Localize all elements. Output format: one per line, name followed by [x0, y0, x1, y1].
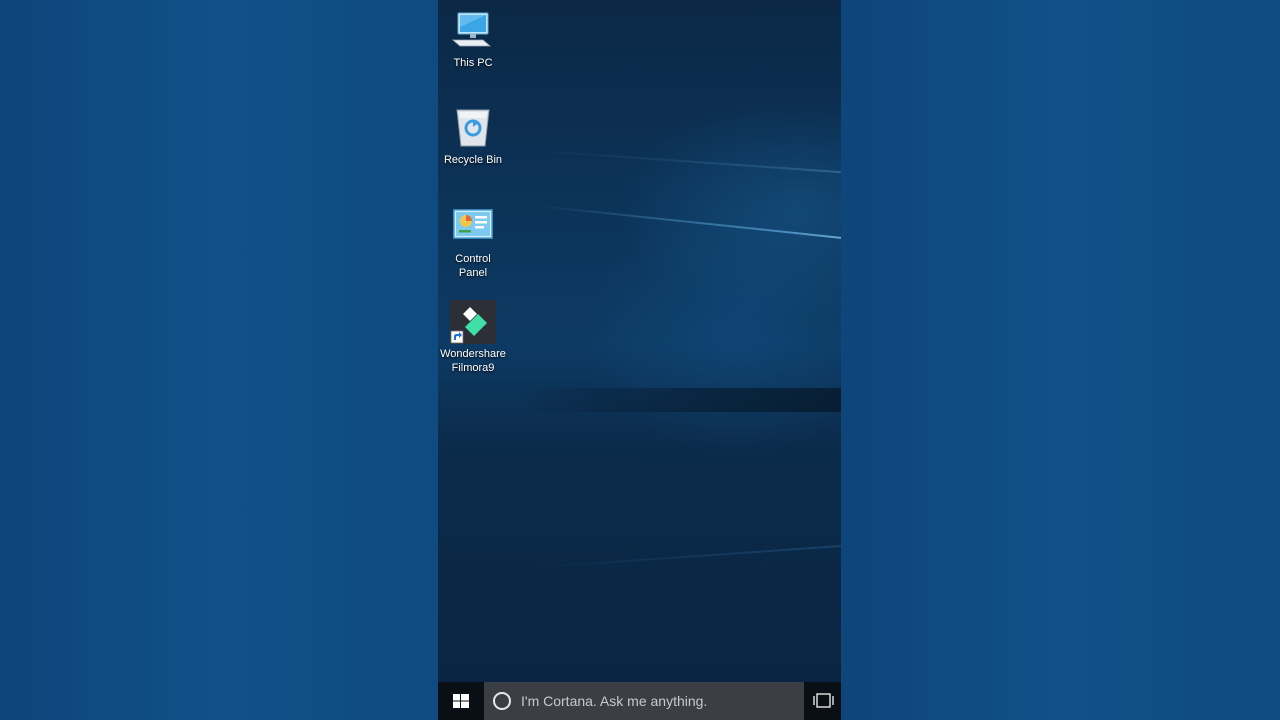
taskbar: I'm Cortana. Ask me anything.	[438, 682, 841, 720]
cortana-icon	[493, 692, 511, 710]
desktop-icon-this-pc[interactable]: This PC	[438, 9, 508, 70]
desktop-icon-label: This PC	[453, 57, 493, 69]
desktop-icon-label: Wondershare Filmora9	[440, 348, 506, 374]
desktop-icon-label: Control Panel	[455, 253, 491, 279]
windows-logo-icon	[453, 694, 469, 708]
search-placeholder: I'm Cortana. Ask me anything.	[521, 693, 708, 709]
desktop-screen: This PC Recycle Bin Control Panel Wonder…	[438, 0, 841, 720]
desktop-icon-control-panel[interactable]: Control Panel	[438, 205, 508, 280]
desktop-icon-recycle-bin[interactable]: Recycle Bin	[438, 106, 508, 167]
desktop-icon-label: Recycle Bin	[443, 154, 503, 166]
letterbox-right	[841, 0, 1280, 720]
desktop-icon-filmora[interactable]: Wondershare Filmora9	[438, 300, 508, 375]
this-pc-icon	[450, 9, 496, 53]
wallpaper-light-beam	[537, 150, 841, 176]
task-view-button[interactable]	[806, 682, 841, 720]
filmora-icon	[450, 300, 496, 344]
control-panel-icon	[450, 205, 496, 249]
start-button[interactable]	[438, 682, 484, 720]
task-view-icon	[813, 693, 834, 708]
cortana-search-box[interactable]: I'm Cortana. Ask me anything.	[484, 682, 804, 720]
wallpaper-light-beam	[537, 205, 841, 243]
wallpaper-floor-glow	[538, 543, 841, 569]
letterbox-left	[0, 0, 438, 720]
recycle-bin-icon	[450, 106, 496, 150]
wallpaper-shadow-band	[518, 388, 841, 412]
